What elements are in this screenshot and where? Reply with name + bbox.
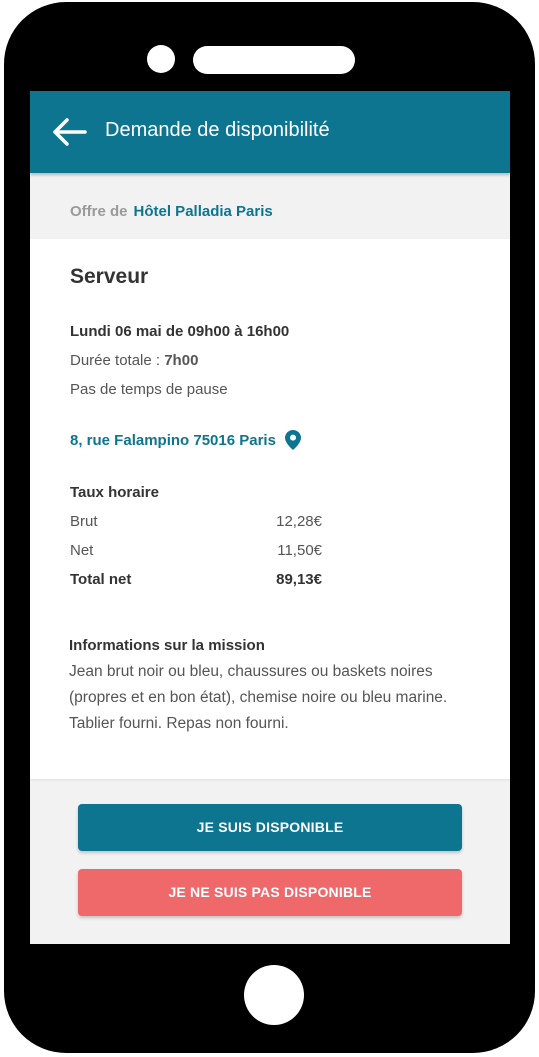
offer-prefix: Offre de [70, 203, 128, 220]
duration-value: 7h00 [164, 352, 199, 369]
rate-row-brut: Brut 12,28€ [70, 513, 322, 530]
rate-row-total: Total net 89,13€ [70, 571, 322, 588]
front-camera [147, 45, 175, 73]
rate-value: 12,28€ [276, 513, 322, 530]
rate-label: Brut [70, 513, 98, 530]
job-schedule: Lundi 06 mai de 09h00 à 16h00 [70, 323, 290, 340]
rate-label: Net [70, 542, 94, 559]
app-bar: Demande de disponibilité [30, 91, 510, 173]
offer-line: Offre de Hôtel Palladia Paris [70, 203, 273, 220]
rate-label: Total net [70, 571, 132, 588]
address-text: 8, rue Falampino 75016 Paris [70, 431, 276, 449]
app-screen: Demande de disponibilité Offre de Hôtel P… [30, 91, 510, 944]
job-duration: Durée totale : 7h00 [70, 352, 198, 369]
address-link[interactable]: 8, rue Falampino 75016 Paris [70, 430, 301, 450]
available-button[interactable]: JE SUIS DISPONIBLE [78, 804, 462, 851]
rate-value: 11,50€ [277, 542, 322, 559]
job-pause: Pas de temps de pause [70, 381, 228, 398]
rates-title: Taux horaire [70, 484, 159, 501]
duration-label: Durée totale : [70, 352, 165, 369]
unavailable-button[interactable]: JE NE SUIS PAS DISPONIBLE [78, 869, 462, 916]
arrow-left-icon[interactable] [52, 117, 88, 147]
speaker-grille [193, 46, 355, 74]
job-details-card: Serveur Lundi 06 mai de 09h00 à 16h00 Du… [30, 239, 510, 779]
mission-info-text: Jean brut noir ou bleu, chaussures ou ba… [69, 663, 448, 732]
home-button[interactable] [244, 965, 304, 1025]
rate-value: 89,13€ [276, 571, 322, 588]
hotel-name: Hôtel Palladia Paris [133, 203, 273, 220]
map-pin-icon [284, 430, 301, 450]
page-title: Demande de disponibilité [105, 119, 330, 141]
mission-info-title: Informations sur la mission [69, 637, 265, 654]
rate-row-net: Net 11,50€ [70, 542, 322, 559]
job-title: Serveur [70, 265, 149, 288]
